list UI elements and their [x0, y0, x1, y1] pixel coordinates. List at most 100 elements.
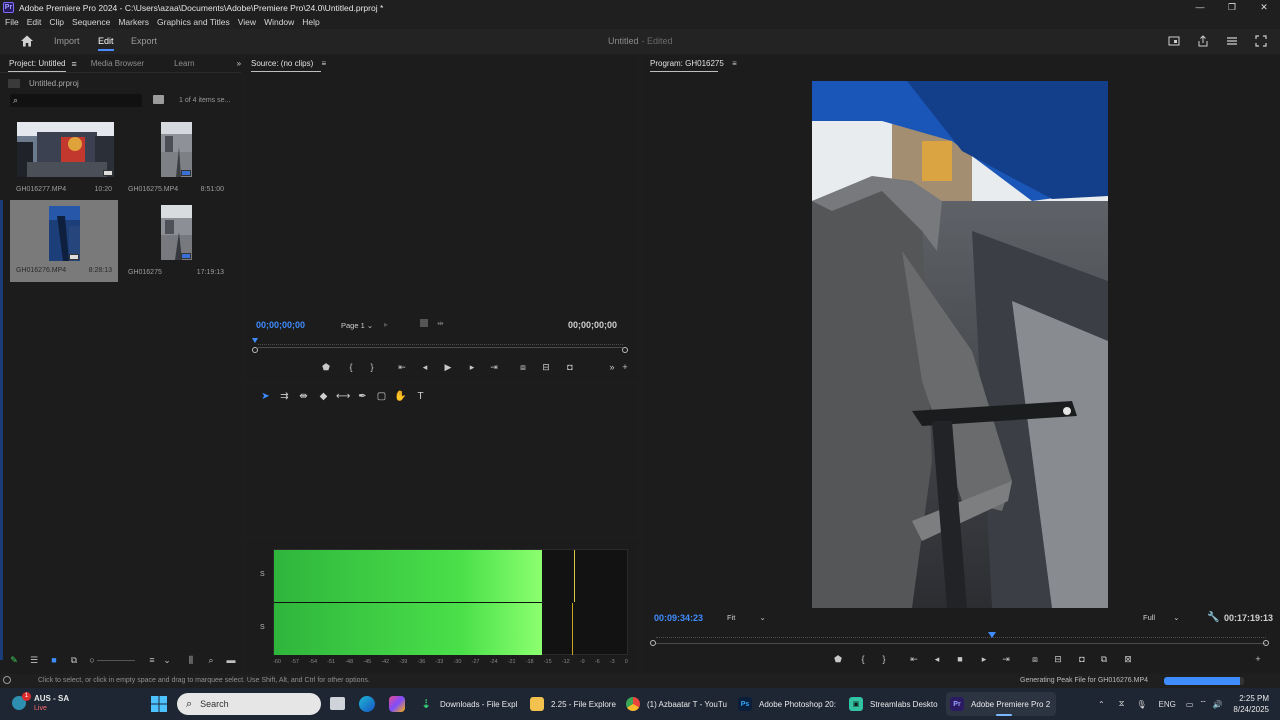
sort-icons-icon[interactable]: ≡ — [147, 655, 157, 665]
program-video-frame[interactable] — [812, 81, 1108, 608]
zoom-slider[interactable] — [97, 660, 135, 661]
new-bin-folder-icon[interactable]: ▬ — [226, 655, 236, 665]
tab-import[interactable]: Import — [54, 36, 80, 46]
export-frame-camera-icon[interactable]: ◘ — [564, 361, 576, 373]
wifi-icon[interactable]: ⌔ — [1199, 699, 1207, 709]
program-playhead-timecode[interactable]: 00:09:34:23 — [654, 613, 703, 623]
source-time-ruler[interactable] — [258, 347, 623, 348]
program-zoom-start-handle[interactable] — [650, 640, 656, 646]
overflow-icon[interactable]: » — [606, 361, 618, 373]
write-protect-pencil-icon[interactable]: ✎ — [9, 655, 19, 665]
maximize-button[interactable]: ❐ — [1216, 0, 1248, 15]
settings-wrench-icon[interactable]: 🔧 — [1207, 612, 1219, 623]
find-icon[interactable]: ⌕ — [206, 655, 216, 665]
add-marker-icon[interactable]: ⬟ — [320, 361, 332, 373]
source-monitor-tab[interactable]: Source: (no clips) ≡ — [251, 59, 326, 68]
add-marker-icon[interactable]: ⬟ — [832, 653, 844, 665]
source-playhead-timecode[interactable]: 00;00;00;00 — [256, 320, 305, 330]
menu-view[interactable]: View — [238, 17, 256, 27]
taskbar-app-premiere[interactable]: Pr Adobe Premiere Pro 2 — [946, 692, 1057, 716]
menu-clip[interactable]: Clip — [49, 17, 64, 27]
tab-project[interactable]: Project: Untitled — [9, 59, 65, 68]
selection-tool-icon[interactable]: ➤ — [259, 390, 272, 403]
comparison-view-icon[interactable]: ⧉ — [1098, 653, 1110, 665]
network-icon[interactable]: ⧖ — [1119, 699, 1125, 709]
taskbar-app-downloads[interactable]: ⇣ Downloads - File Expl — [419, 692, 517, 716]
menu-markers[interactable]: Markers — [118, 17, 149, 27]
mark-in-icon[interactable]: { — [857, 653, 869, 665]
clip-item-selected[interactable]: GH016276.MP4 8:28:13 — [10, 200, 118, 282]
button-editor-plus-icon[interactable]: + — [1252, 653, 1264, 665]
display-icon[interactable]: ▭ — [1186, 700, 1194, 709]
minimize-button[interactable]: — — [1184, 0, 1216, 15]
windows-start-icon[interactable] — [151, 696, 167, 712]
extract-icon[interactable]: ⊟ — [1052, 653, 1064, 665]
clip-item[interactable]: GH016277.MP4 10:20 — [10, 119, 118, 199]
taskbar-app-chrome[interactable]: (1) Azbaatar T - YouTu — [626, 692, 727, 716]
pen-tool-icon[interactable]: ✒ — [356, 390, 369, 403]
insert-icon[interactable]: ⧈ — [517, 361, 529, 373]
home-icon[interactable] — [20, 34, 34, 48]
tab-learn[interactable]: Learn — [174, 59, 194, 68]
stop-icon[interactable]: ■ — [954, 653, 966, 665]
clip-item[interactable]: GH016275 17:19:13 — [122, 202, 230, 282]
project-search-input[interactable]: ⌕ — [10, 94, 142, 107]
panel-overflow-icon[interactable]: » — [237, 59, 241, 68]
go-to-in-icon[interactable]: ⇤ — [396, 361, 408, 373]
zoom-slider-handle-icon[interactable]: ○ — [87, 655, 97, 665]
menu-edit[interactable]: Edit — [27, 17, 42, 27]
tab-media-browser[interactable]: Media Browser — [91, 59, 144, 68]
program-zoom-end-handle[interactable] — [1263, 640, 1269, 646]
tab-export[interactable]: Export — [131, 36, 157, 46]
sort-dropdown-chevron-icon[interactable]: ⌄ — [162, 655, 172, 665]
program-monitor-tab[interactable]: Program: GH016275 ≡ — [650, 59, 737, 68]
copilot-icon[interactable] — [389, 696, 405, 712]
tab-edit[interactable]: Edit — [98, 36, 114, 51]
insert-edit-icon[interactable]: ⇹ — [437, 319, 444, 328]
meter-solo-right-label[interactable]: S — [260, 624, 265, 631]
go-to-out-icon[interactable]: ⇥ — [488, 361, 500, 373]
menu-window[interactable]: Window — [264, 17, 294, 27]
automate-to-sequence-icon[interactable]: ⫼ — [186, 655, 196, 665]
playback-resolution-dropdown[interactable]: Full ⌄ — [1143, 613, 1179, 622]
zoom-level-dropdown[interactable]: Fit ⌄ — [727, 613, 766, 622]
button-editor-plus-icon[interactable]: + — [619, 361, 631, 373]
play-icon[interactable]: ▶ — [442, 361, 454, 373]
language-indicator[interactable]: ENG — [1158, 700, 1175, 709]
proxy-toggle-icon[interactable]: ⊠ — [1122, 653, 1134, 665]
ripple-edit-tool-icon[interactable]: ⇼ — [297, 390, 310, 403]
step-forward-icon[interactable]: ▸ — [978, 653, 990, 665]
new-bin-icon[interactable] — [153, 95, 164, 104]
panel-menu-icon[interactable]: ≡ — [321, 59, 326, 68]
program-playhead-icon[interactable] — [987, 632, 996, 638]
taskbar-app-file-explorer[interactable]: 2.25 - File Explore — [530, 692, 616, 716]
overwrite-icon[interactable]: ⊟ — [540, 361, 552, 373]
weather-widget[interactable]: 1 AUS - SA Live — [12, 692, 92, 716]
mark-out-icon[interactable]: } — [878, 653, 890, 665]
volume-icon[interactable]: 🔊 — [1213, 700, 1223, 709]
menu-graphics-and-titles[interactable]: Graphics and Titles — [157, 17, 230, 27]
slip-tool-icon[interactable]: ⟷ — [336, 390, 350, 403]
share-icon[interactable] — [1197, 35, 1209, 47]
menu-file[interactable]: File — [5, 17, 19, 27]
taskbar-clock[interactable]: 2:25 PM 8/24/2025 — [1224, 693, 1269, 715]
clip-item[interactable]: GH016275.MP4 8:51:00 — [122, 119, 230, 199]
step-back-icon[interactable]: ◂ — [419, 361, 431, 373]
step-forward-icon[interactable]: ▸ — [466, 361, 478, 373]
lift-icon[interactable]: ⧈ — [1029, 653, 1041, 665]
meter-solo-left-label[interactable]: S — [260, 571, 265, 578]
taskbar-search-box[interactable]: ⌕ Search — [177, 693, 321, 715]
list-view-icon[interactable]: ☰ — [29, 655, 39, 665]
page-dropdown[interactable]: Page 1 ⌄ — [341, 321, 373, 330]
mark-in-icon[interactable]: { — [345, 361, 357, 373]
type-tool-icon[interactable]: T — [414, 390, 427, 403]
settings-square-icon[interactable] — [420, 319, 428, 327]
microphone-icon[interactable]: 🎙 — [1136, 700, 1146, 709]
edge-browser-icon[interactable] — [359, 696, 375, 712]
taskbar-app-photoshop[interactable]: Ps Adobe Photoshop 20: — [738, 692, 836, 716]
mark-out-icon[interactable]: } — [366, 361, 378, 373]
go-to-in-icon[interactable]: ⇤ — [908, 653, 920, 665]
panel-menu-icon[interactable]: ≡ — [71, 59, 76, 69]
fullscreen-icon[interactable] — [1255, 35, 1267, 47]
go-to-out-icon[interactable]: ⇥ — [1000, 653, 1012, 665]
